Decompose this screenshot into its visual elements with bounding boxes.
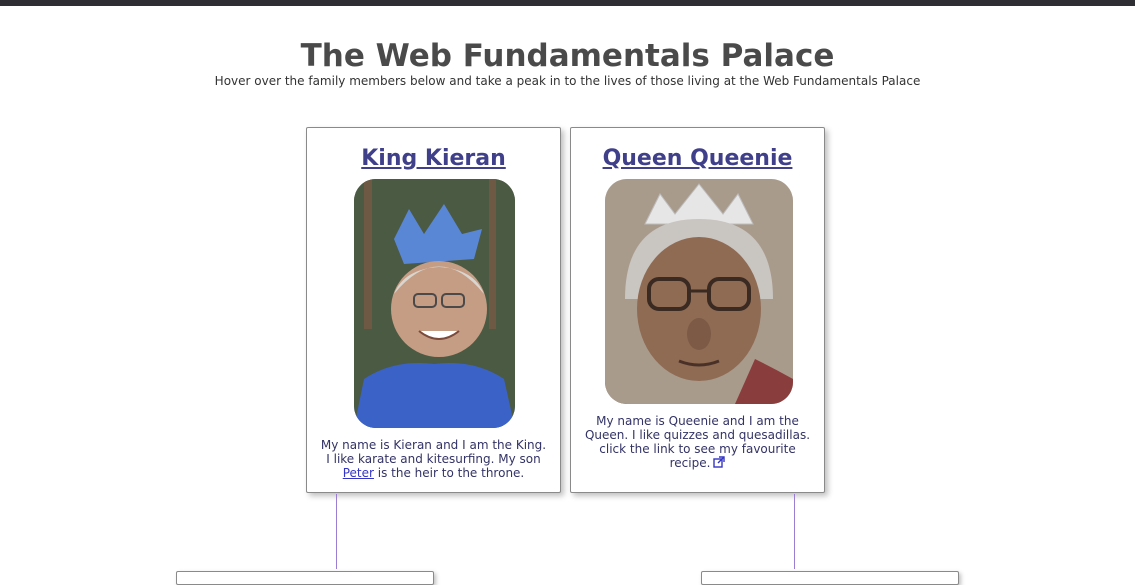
family-card-queen[interactable]: Queen Queenie My name is Queenie and I a… bbox=[570, 127, 825, 493]
king-bio-text-end: is the heir to the throne. bbox=[373, 466, 525, 480]
family-card-child-right[interactable] bbox=[701, 571, 959, 585]
peter-link[interactable]: Peter bbox=[343, 466, 374, 480]
queen-bio-text: My name is Queenie and I am the Queen. I… bbox=[584, 414, 811, 470]
queen-portrait-art bbox=[605, 179, 793, 404]
tree-connector-right bbox=[794, 494, 795, 569]
king-bio: My name is Kieran and I am the King. I l… bbox=[319, 438, 548, 480]
king-portrait-art bbox=[354, 179, 515, 428]
top-bar bbox=[0, 0, 1135, 6]
king-name-link[interactable]: King Kieran bbox=[307, 144, 560, 174]
king-bio-text-start: My name is Kieran and I am the King. I l… bbox=[320, 438, 547, 466]
external-link-icon[interactable] bbox=[713, 456, 726, 471]
queen-name-link[interactable]: Queen Queenie bbox=[571, 144, 824, 174]
queen-portrait bbox=[605, 179, 793, 404]
page-title: The Web Fundamentals Palace bbox=[300, 38, 835, 74]
family-card-king[interactable]: King Kieran My name is Kieran and I am t… bbox=[306, 127, 561, 493]
king-portrait bbox=[354, 179, 515, 428]
queen-bio: My name is Queenie and I am the Queen. I… bbox=[583, 414, 812, 471]
family-card-child-left[interactable] bbox=[176, 571, 434, 585]
tree-connector-left bbox=[336, 494, 337, 569]
page-subtitle: Hover over the family members below and … bbox=[214, 74, 921, 88]
